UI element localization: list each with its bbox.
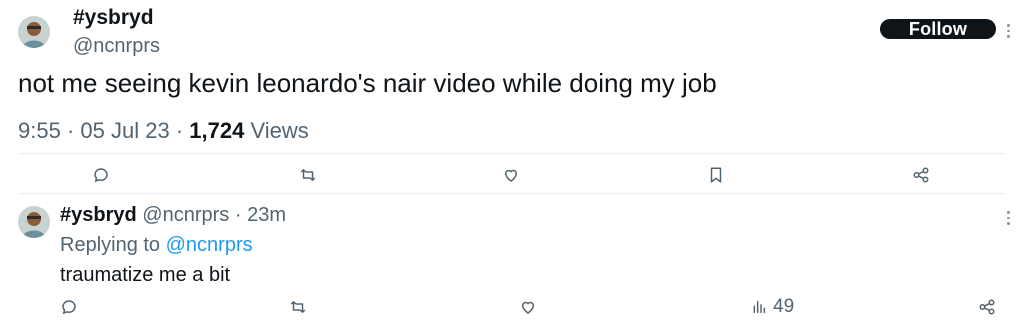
tweet-time[interactable]: 9:55 [18, 118, 61, 143]
share-icon[interactable] [978, 298, 996, 316]
views-icon [753, 300, 766, 314]
avatar[interactable] [18, 16, 50, 48]
author-handle[interactable]: @ncnrprs [73, 35, 160, 58]
reply-author-handle[interactable]: @ncnrprs [142, 204, 229, 226]
meta-separator: · [234, 204, 242, 226]
replying-to-handle[interactable]: @ncnrprs [166, 234, 253, 256]
share-icon[interactable] [912, 166, 930, 184]
tweet-text: not me seeing kevin leonardo's nair vide… [18, 68, 717, 98]
views-label: Views [250, 118, 309, 143]
meta-separator: · [175, 118, 184, 143]
views-button[interactable]: 49 [751, 296, 794, 318]
reply-avatar[interactable] [18, 206, 50, 238]
meta-separator: · [66, 118, 75, 143]
divider [18, 193, 1006, 194]
more-options-icon[interactable] [1006, 24, 1012, 41]
reply-text: traumatize me a bit [60, 264, 231, 286]
bookmark-icon[interactable] [707, 166, 725, 184]
replying-to-prefix: Replying to [60, 234, 161, 256]
reply-icon[interactable] [92, 166, 110, 184]
replying-to: Replying to @ncnrprs [60, 234, 253, 257]
reply-time[interactable]: 23m [247, 204, 286, 226]
retweet-icon[interactable] [299, 166, 317, 184]
divider [18, 153, 1006, 154]
follow-button[interactable]: Follow [880, 19, 996, 39]
reply-views-count: 49 [773, 296, 795, 317]
tweet-date[interactable]: 05 Jul 23 [80, 118, 169, 143]
views-count: 1,724 [189, 118, 245, 143]
reply-icon[interactable] [60, 298, 78, 316]
reply-header: #ysbryd @ncnrprs · 23m [60, 204, 286, 227]
reply-more-options-icon[interactable] [1006, 211, 1012, 228]
avatar-image [18, 16, 50, 48]
avatar-image [18, 206, 50, 238]
reply-author-name[interactable]: #ysbryd [60, 204, 137, 226]
like-icon[interactable] [502, 166, 520, 184]
author-name[interactable]: #ysbryd [73, 7, 154, 28]
tweet-meta: 9:55 · 05 Jul 23 · 1,724 Views [18, 118, 309, 144]
like-icon[interactable] [519, 298, 537, 316]
retweet-icon[interactable] [289, 298, 307, 316]
